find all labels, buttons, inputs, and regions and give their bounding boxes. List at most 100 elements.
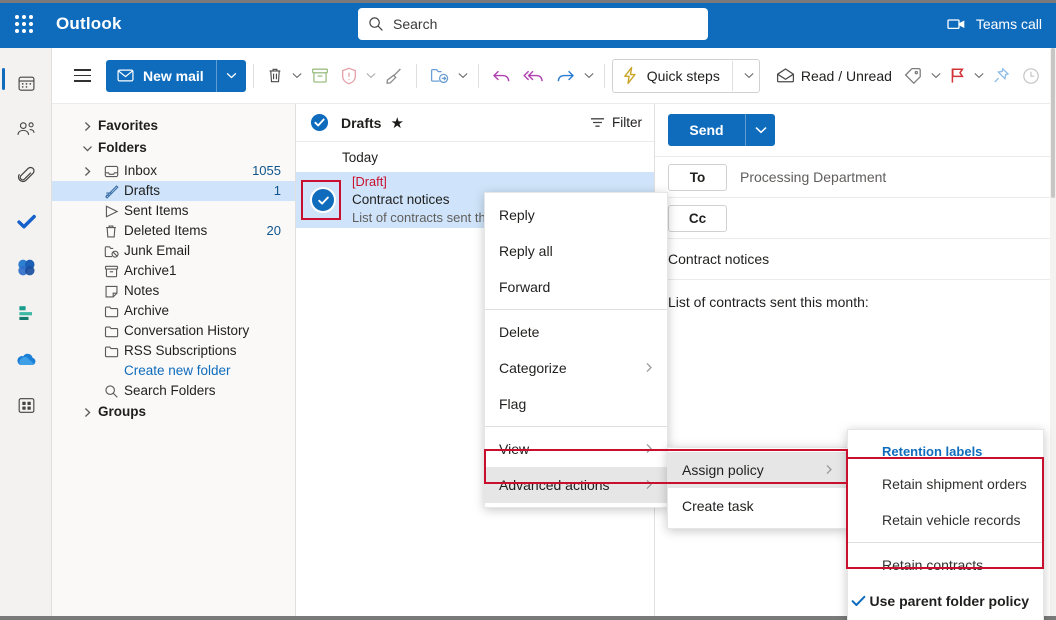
flag-icon (950, 67, 965, 84)
archive-button[interactable] (305, 60, 335, 92)
rail-item-apps[interactable] (0, 382, 52, 428)
retention-item-use-parent-folder-policy[interactable]: Use parent folder policy (848, 583, 1043, 619)
folder-icon (98, 344, 124, 359)
chevron-right-icon[interactable] (76, 121, 98, 132)
folder-item-search-folders[interactable]: Search Folders (52, 381, 295, 401)
folder-item-groups[interactable]: Groups (52, 402, 295, 422)
rail-item-people[interactable] (0, 106, 52, 152)
chevron-down-icon (931, 72, 941, 79)
folder-item-inbox[interactable]: Inbox1055 (52, 161, 295, 181)
chevron-down-icon[interactable] (76, 144, 98, 153)
message-body[interactable]: List of contracts sent this month: (655, 279, 1056, 310)
sweep-button[interactable] (379, 60, 409, 92)
menu-item-categorize[interactable]: Categorize (485, 350, 667, 386)
folder-item-conversation-history[interactable]: Conversation History (52, 321, 295, 341)
cloud-icon (15, 351, 37, 367)
window-scrollbar[interactable] (1050, 48, 1056, 620)
search-input[interactable] (393, 16, 698, 32)
app-brand-title: Outlook (56, 14, 122, 34)
star-icon[interactable]: ★ (390, 114, 403, 132)
menu-item-forward[interactable]: Forward (485, 269, 667, 305)
forward-caret-button[interactable] (581, 72, 597, 79)
menu-item-view[interactable]: View (485, 431, 667, 467)
folder-item-sent-items[interactable]: Sent Items (52, 201, 295, 221)
menu-separator (485, 309, 667, 310)
paperclip-icon (17, 166, 36, 185)
rail-item-bookings[interactable] (0, 290, 52, 336)
new-mail-caret-button[interactable] (216, 60, 246, 92)
folder-item-deleted-items[interactable]: Deleted Items20 (52, 221, 295, 241)
reply-all-button[interactable] (517, 60, 550, 92)
folder-item-drafts[interactable]: Drafts1 (52, 181, 295, 201)
junk-button[interactable] (335, 60, 363, 92)
new-mail-button[interactable]: New mail (106, 60, 216, 92)
menu-item-advanced-actions[interactable]: Advanced actions (485, 467, 667, 503)
quick-steps-button[interactable]: Quick steps (612, 59, 760, 93)
quick-steps-divider (732, 61, 733, 91)
quick-steps-caret-button[interactable] (741, 72, 757, 79)
retention-item-retain-vehicle-records[interactable]: Retain vehicle records (848, 502, 1043, 538)
flag-button[interactable] (944, 60, 971, 92)
folder-item-favorites[interactable]: Favorites (52, 116, 295, 136)
message-list-header: Drafts ★ Filter (296, 104, 654, 142)
cc-field-row[interactable]: Cc (655, 197, 1056, 238)
retention-item-retain-shipment-orders[interactable]: Retain shipment orders (848, 466, 1043, 502)
folder-item-create-new-folder[interactable]: Create new folder (52, 361, 295, 381)
folder-item-notes[interactable]: Notes (52, 281, 295, 301)
rail-item-onedrive[interactable] (0, 336, 52, 382)
menu-item-delete[interactable]: Delete (485, 314, 667, 350)
delete-button[interactable] (261, 60, 289, 92)
checked-circle-icon[interactable] (310, 113, 329, 132)
folder-item-folders[interactable]: Folders (52, 138, 295, 158)
menu-item-reply-all[interactable]: Reply all (485, 233, 667, 269)
menu-item-flag[interactable]: Flag (485, 386, 667, 422)
send-options-caret-button[interactable] (745, 114, 775, 146)
app-launcher-icon[interactable] (0, 0, 48, 48)
teams-call-button[interactable]: Teams call (947, 0, 1042, 48)
chevron-down-icon (584, 72, 594, 79)
pin-button[interactable] (987, 60, 1016, 92)
delete-caret-button[interactable] (289, 72, 305, 79)
folder-item-archive[interactable]: Archive (52, 301, 295, 321)
chevron-right-icon[interactable] (76, 407, 98, 418)
flag-caret-button[interactable] (971, 72, 987, 79)
folder-item-rss-subscriptions[interactable]: RSS Subscriptions (52, 341, 295, 361)
send-button[interactable]: Send (668, 114, 745, 146)
submenu-item-create-task[interactable]: Create task (668, 488, 847, 524)
read-unread-button[interactable]: Read / Unread (770, 60, 898, 92)
people-icon (16, 120, 36, 138)
subject-field[interactable]: Contract notices (655, 238, 1056, 279)
snooze-button[interactable] (1016, 60, 1046, 92)
filter-button[interactable]: Filter (590, 115, 642, 130)
rail-item-to-do[interactable] (0, 198, 52, 244)
rail-item-viva-engage[interactable] (0, 244, 52, 290)
move-to-button[interactable] (424, 60, 455, 92)
rail-item-files[interactable] (0, 152, 52, 198)
submenu-item-assign-policy[interactable]: Assign policy (668, 452, 847, 488)
to-field-row[interactable]: To Processing Department (655, 156, 1056, 197)
junk-caret-button[interactable] (363, 72, 379, 79)
junk-folder-icon (98, 244, 124, 259)
chevron-down-icon (292, 72, 302, 79)
folder-item-label: Deleted Items (124, 221, 267, 241)
forward-button[interactable] (550, 60, 581, 92)
menu-item-reply[interactable]: Reply (485, 197, 667, 233)
to-field-label[interactable]: To (668, 164, 727, 191)
cc-field-label[interactable]: Cc (668, 205, 727, 232)
bookings-icon (16, 303, 36, 323)
folder-item-count: 20 (267, 221, 281, 241)
reply-button[interactable] (486, 60, 517, 92)
note-icon (98, 284, 124, 299)
folder-item-archive1[interactable]: Archive1 (52, 261, 295, 281)
move-to-caret-button[interactable] (455, 72, 471, 79)
rail-item-calendar[interactable] (0, 60, 52, 106)
chevron-down-icon (366, 72, 376, 79)
categorize-button[interactable] (898, 60, 928, 92)
categorize-caret-button[interactable] (928, 72, 944, 79)
folder-item-junk-email[interactable]: Junk Email (52, 241, 295, 261)
scrollbar-thumb[interactable] (1051, 48, 1055, 198)
chevron-right-icon[interactable] (76, 166, 98, 177)
hamburger-icon[interactable] (64, 58, 100, 94)
retention-item-retain-contracts[interactable]: Retain contracts (848, 547, 1043, 583)
search-box[interactable] (358, 8, 708, 40)
